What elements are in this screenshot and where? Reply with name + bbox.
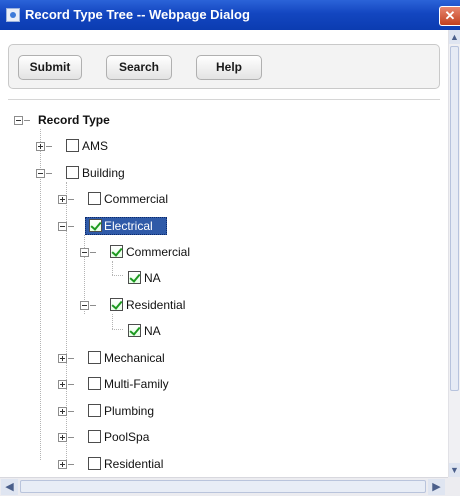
- expander-dash: [46, 173, 52, 174]
- multi-family-checkbox[interactable]: [88, 377, 101, 390]
- expand-icon[interactable]: [58, 407, 67, 416]
- scroll-down-icon[interactable]: ▼: [449, 463, 460, 477]
- vertical-scrollbar[interactable]: ▲ ▼: [448, 30, 460, 477]
- tree-item-label: Building: [82, 166, 125, 180]
- window-title: Record Type Tree -- Webpage Dialog: [25, 7, 250, 22]
- expand-icon[interactable]: [58, 460, 67, 469]
- close-button[interactable]: ✕: [439, 6, 460, 26]
- electrical-residential-checkbox[interactable]: [110, 298, 123, 311]
- tree-line-level-4a-h: [112, 275, 123, 276]
- electrical-commercial-checkbox[interactable]: [110, 245, 123, 258]
- na-checkbox[interactable]: [128, 271, 141, 284]
- scrollbar-corner: [448, 477, 460, 496]
- expand-icon[interactable]: [58, 380, 67, 389]
- tree-line-level-4b: [112, 314, 113, 329]
- mechanical-checkbox[interactable]: [88, 351, 101, 364]
- tree-item-label: Electrical: [104, 219, 153, 233]
- tree-line-level-4a: [112, 261, 113, 275]
- tree-item-label: Residential: [104, 457, 164, 471]
- collapse-icon[interactable]: [80, 301, 89, 310]
- tree-item-label: Residential: [126, 298, 186, 312]
- commercial-checkbox[interactable]: [88, 192, 101, 205]
- ams-checkbox[interactable]: [66, 139, 79, 152]
- collapse-icon[interactable]: [80, 248, 89, 257]
- expand-icon[interactable]: [58, 195, 67, 204]
- tree-item-label: Mechanical: [104, 351, 165, 365]
- scroll-left-icon[interactable]: ◀: [1, 479, 18, 495]
- collapse-icon[interactable]: [14, 116, 23, 125]
- expander-dash: [68, 226, 74, 227]
- collapse-icon[interactable]: [58, 222, 67, 231]
- tree-item-label: NA: [144, 271, 161, 285]
- tree-item-label: PoolSpa: [104, 430, 150, 444]
- tree-root-label: Record Type: [38, 113, 110, 127]
- expand-icon[interactable]: [58, 433, 67, 442]
- na-checkbox[interactable]: [128, 324, 141, 337]
- scroll-up-icon[interactable]: ▲: [449, 30, 460, 44]
- expander-dash: [68, 358, 74, 359]
- plumbing-checkbox[interactable]: [88, 404, 101, 417]
- expander-dash: [68, 437, 74, 438]
- title-bar: Record Type Tree -- Webpage Dialog ✕: [0, 0, 460, 30]
- residential-checkbox[interactable]: [88, 457, 101, 470]
- tree-item-label: Plumbing: [104, 404, 155, 418]
- expander-dash: [68, 199, 74, 200]
- tree-item-label: NA: [144, 324, 161, 338]
- building-checkbox[interactable]: [66, 166, 79, 179]
- tree-item-label: Commercial: [104, 192, 169, 206]
- tree-line-level-4b-h: [112, 329, 123, 330]
- expander-dash: [90, 252, 96, 253]
- expander-dash: [46, 146, 52, 147]
- electrical-checkbox[interactable]: [89, 219, 102, 232]
- expand-icon[interactable]: [58, 354, 67, 363]
- expander-dash: [68, 411, 74, 412]
- expander-dash: [90, 305, 96, 306]
- horizontal-scroll-thumb[interactable]: [20, 480, 426, 493]
- ie-window-icon: [6, 8, 20, 22]
- horizontal-scrollbar[interactable]: ◀ ▶: [0, 477, 448, 496]
- tree-line-level-1: [40, 129, 41, 460]
- record-type-tree: Record Type AMS Building Commercial Elec…: [0, 30, 448, 477]
- expander-dash: [68, 464, 74, 465]
- scroll-right-icon[interactable]: ▶: [428, 479, 445, 495]
- vertical-scroll-thumb[interactable]: [450, 46, 459, 391]
- expand-icon[interactable]: [36, 142, 45, 151]
- tree-item-label: Commercial: [126, 245, 191, 259]
- dialog-content: Submit Search Help Record Type AMS Build…: [0, 30, 448, 477]
- tree-item-label: Multi-Family: [104, 377, 169, 391]
- selected-node-highlight[interactable]: Electrical: [85, 217, 167, 235]
- collapse-icon[interactable]: [36, 169, 45, 178]
- expander-dash: [24, 120, 30, 121]
- expander-dash: [68, 384, 74, 385]
- tree-item-label: AMS: [82, 139, 109, 153]
- poolspa-checkbox[interactable]: [88, 430, 101, 443]
